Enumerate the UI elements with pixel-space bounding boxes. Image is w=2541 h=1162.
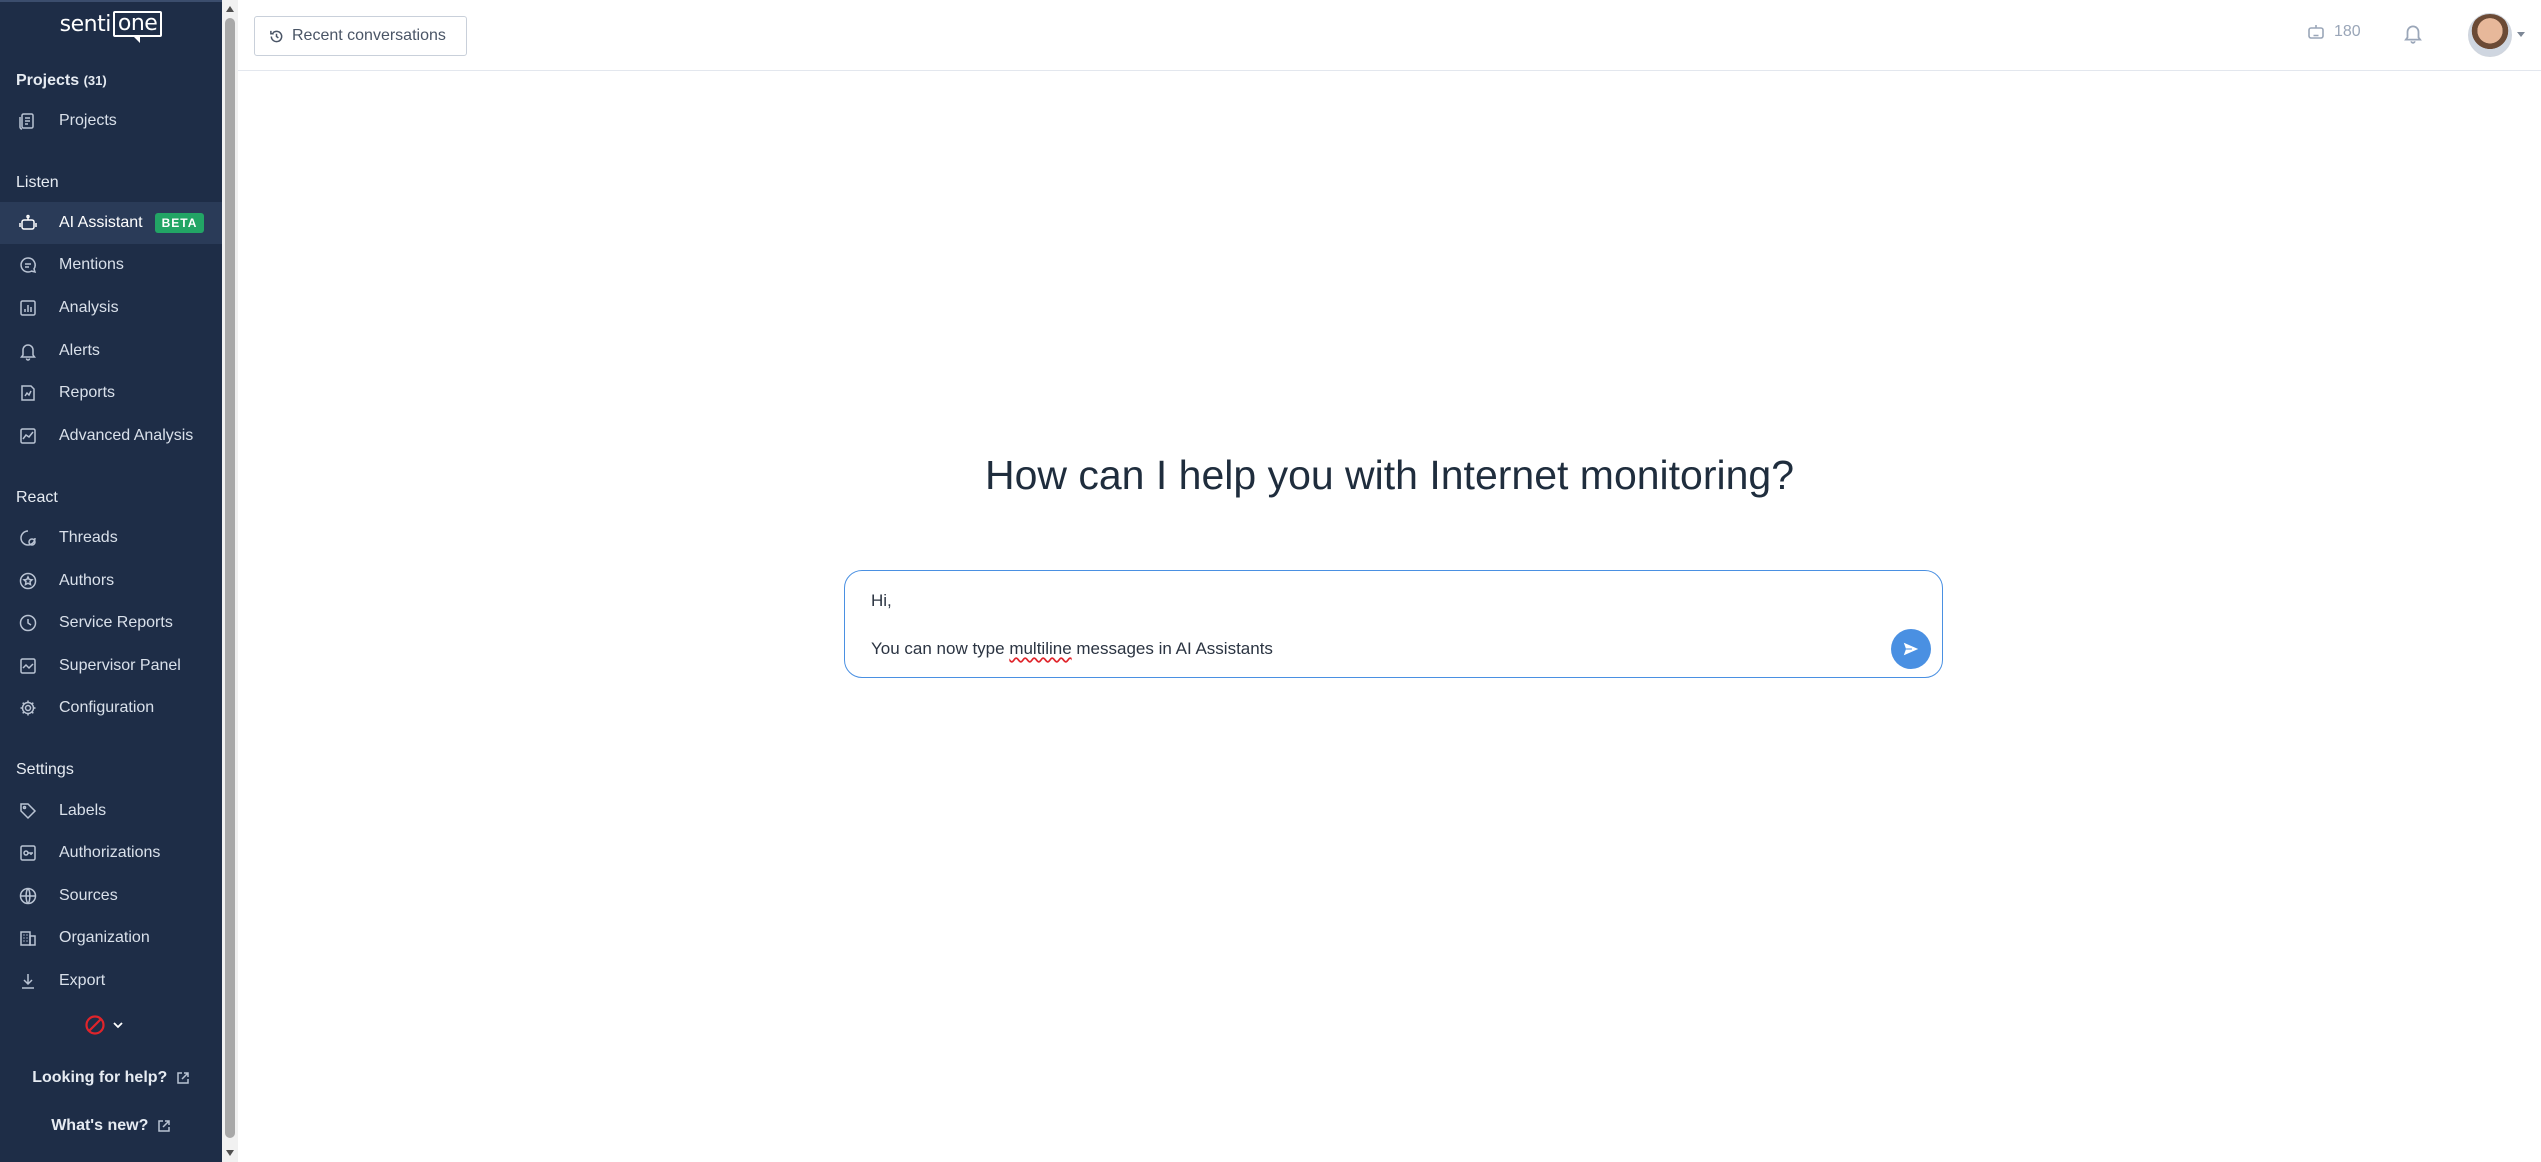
bell-icon	[18, 341, 38, 361]
sidebar-item-label: Authors	[59, 572, 115, 589]
sidebar-item-analysis[interactable]: Analysis	[0, 287, 222, 329]
sidebar-item-label: Projects	[59, 112, 117, 129]
projects-count: (31)	[83, 73, 107, 88]
sidebar-item-export[interactable]: Export	[0, 960, 222, 1002]
sidebar-item-supervisor-panel[interactable]: Supervisor Panel	[0, 645, 222, 687]
bell-icon	[2404, 25, 2422, 44]
building-icon	[18, 928, 38, 948]
clock-icon	[18, 613, 38, 633]
projects-icon	[18, 111, 38, 131]
top-bar: Recent conversations	[238, 0, 2541, 71]
line-chart-icon	[18, 426, 38, 446]
sidebar-item-authorizations[interactable]: Authorizations	[0, 832, 222, 874]
section-settings: Settings	[16, 761, 74, 778]
sidebar-item-sources[interactable]: Sources	[0, 875, 222, 917]
beta-badge: BETA	[154, 213, 205, 233]
sidebar-item-label: Supervisor Panel	[59, 657, 181, 674]
page-title: How can I help you with Internet monitor…	[984, 452, 1795, 498]
sidebar-item-label: Mentions	[59, 256, 124, 273]
key-icon	[18, 843, 38, 863]
sidebar-item-label: Service Reports	[59, 614, 173, 631]
avatar[interactable]	[2468, 13, 2512, 57]
misspelled-word[interactable]: multiline	[1009, 639, 1071, 658]
sidebar-item-label: AI Assistant	[59, 214, 143, 231]
sidebar-item-label: Sources	[59, 887, 118, 904]
scroll-down-arrow[interactable]	[226, 1150, 234, 1156]
bar-chart-icon	[18, 298, 38, 318]
projects-header[interactable]: Projects (31)	[16, 72, 107, 90]
history-icon	[270, 30, 283, 42]
language-flag-icon	[85, 1015, 105, 1035]
sidebar-item-label: Alerts	[59, 342, 100, 359]
tag-icon	[18, 801, 38, 821]
sidebar-item-authors[interactable]: Authors	[0, 560, 222, 602]
send-button[interactable]	[1891, 629, 1931, 669]
recent-conversations-button[interactable]: Recent conversations	[254, 16, 467, 56]
message-text-after: messages in AI Assistants	[1071, 639, 1273, 658]
notifications-button[interactable]	[2402, 22, 2424, 49]
sentione-logo[interactable]: senti one	[0, 2, 222, 46]
sidebar-item-label: Labels	[59, 802, 107, 819]
sidebar-item-alerts[interactable]: Alerts	[0, 330, 222, 372]
sidebar-item-threads[interactable]: Threads	[0, 517, 222, 559]
whats-new-link[interactable]: What's new?	[0, 1117, 222, 1135]
gear-icon	[18, 698, 38, 718]
sidebar-item-organization[interactable]: Organization	[0, 917, 222, 959]
sidebar-scrollbar[interactable]	[222, 0, 238, 1162]
sidebar-item-reports[interactable]: Reports	[0, 372, 222, 414]
logo-text-right: one	[112, 11, 163, 43]
external-link-icon	[158, 1120, 170, 1132]
sidebar-item-labels[interactable]: Labels	[0, 790, 222, 832]
section-listen: Listen	[16, 174, 59, 191]
star-circle-icon	[18, 571, 38, 591]
language-toggle[interactable]	[84, 1014, 124, 1036]
sidebar-item-configuration[interactable]: Configuration	[0, 687, 222, 729]
looking-for-help-link[interactable]: Looking for help?	[0, 1069, 222, 1087]
globe-icon	[18, 886, 38, 906]
threads-icon	[18, 528, 38, 548]
sidebar-item-label: Advanced Analysis	[59, 427, 194, 444]
external-link-icon	[177, 1072, 189, 1084]
help-link-label: Looking for help?	[32, 1069, 168, 1086]
sidebar: senti one Projects (31) Projects Listen A…	[0, 0, 222, 1162]
message-text-before: You can now type	[871, 639, 1010, 658]
chat-icon	[18, 255, 38, 275]
sidebar-item-label: Export	[59, 972, 106, 989]
logo-text-left: senti	[59, 11, 112, 37]
message-input[interactable]: Hi, You can now type multiline messages …	[844, 570, 1943, 678]
scrollbar-thumb[interactable]	[225, 18, 235, 1138]
download-icon	[18, 971, 38, 991]
sidebar-item-label: Analysis	[59, 299, 119, 316]
sidebar-item-advanced-analysis[interactable]: Advanced Analysis	[0, 415, 222, 457]
robot-icon	[2308, 25, 2324, 39]
sidebar-item-label: Organization	[59, 929, 150, 946]
sidebar-item-mentions[interactable]: Mentions	[0, 244, 222, 286]
ai-credits[interactable]: 180	[2306, 22, 2361, 42]
recent-conversations-label: Recent conversations	[292, 27, 446, 44]
send-icon	[1903, 642, 1919, 656]
section-react: React	[16, 489, 58, 506]
report-icon	[18, 383, 38, 403]
sidebar-item-label: Threads	[59, 529, 118, 546]
sidebar-item-label: Configuration	[59, 699, 155, 716]
robot-icon	[18, 213, 38, 233]
message-line-1: Hi,	[871, 591, 892, 610]
credits-value: 180	[2334, 23, 2361, 40]
trend-icon	[18, 656, 38, 676]
scroll-up-arrow[interactable]	[226, 6, 234, 12]
sidebar-item-label: Reports	[59, 384, 116, 401]
chevron-down-icon[interactable]	[2517, 32, 2525, 37]
projects-header-label: Projects	[16, 72, 80, 89]
sidebar-item-label: Authorizations	[59, 844, 161, 861]
whats-new-label: What's new?	[51, 1117, 149, 1134]
sidebar-item-projects[interactable]: Projects	[0, 100, 222, 142]
message-line-2: You can now type multiline messages in A…	[871, 639, 1273, 659]
sidebar-item-service-reports[interactable]: Service Reports	[0, 602, 222, 644]
chevron-down-icon	[113, 1022, 123, 1029]
sidebar-item-ai-assistant[interactable]: AI Assistant BETA	[0, 202, 222, 244]
